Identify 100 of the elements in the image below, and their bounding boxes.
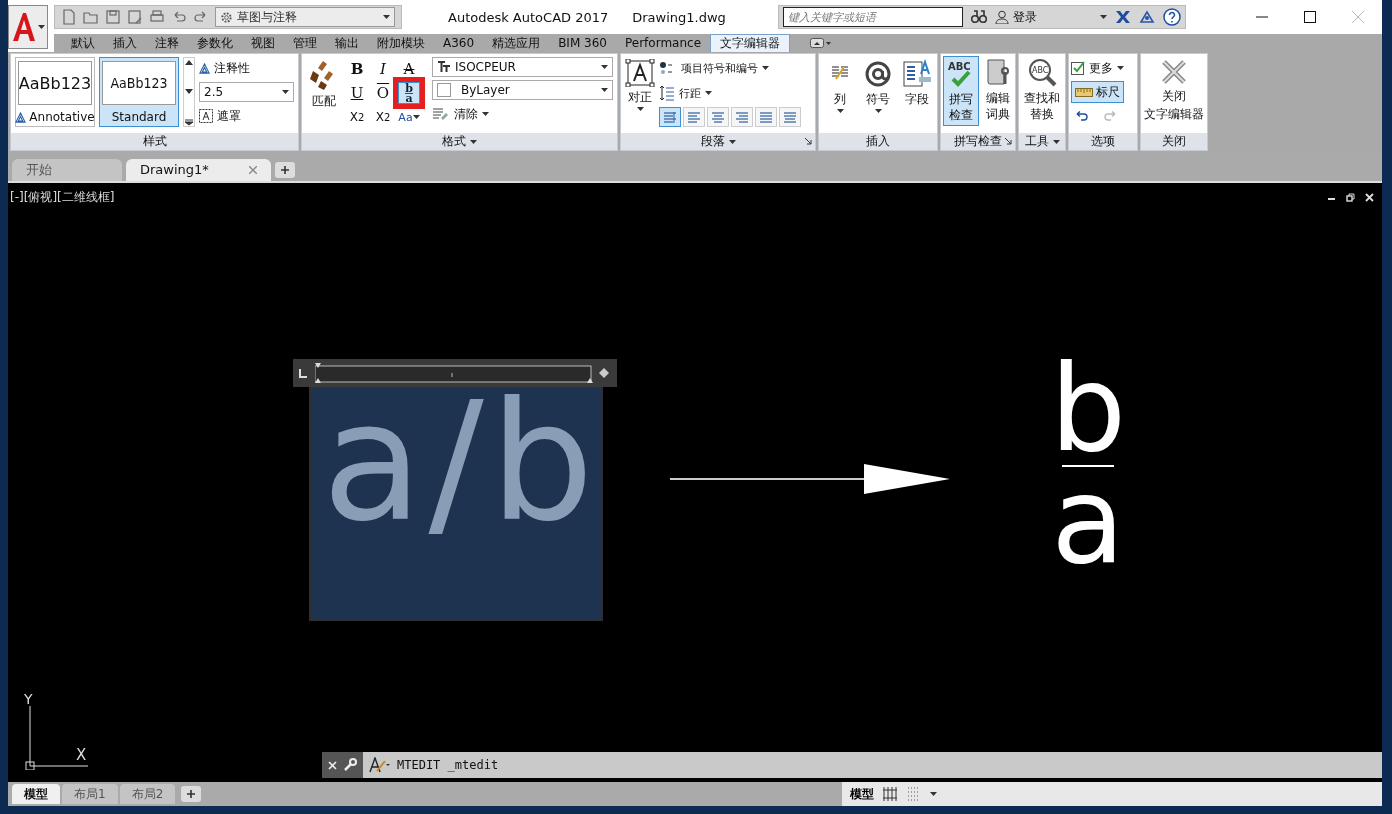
spell-check-button[interactable]: ABC 拼写检查 [943,56,979,126]
insert-columns-button[interactable]: 列 [823,57,857,115]
ribbon-tab[interactable]: A360 [434,35,484,52]
sign-in-button[interactable]: 登录 [994,8,1107,26]
text-case-button[interactable]: Aa [398,106,420,128]
alignment-button[interactable] [683,107,705,127]
overline-button[interactable]: O [372,82,394,104]
width-handle-icon[interactable] [599,368,609,378]
grid-icon[interactable] [882,786,898,802]
book-wrench-icon [984,58,1012,88]
maximize-icon[interactable] [1304,11,1316,23]
ribbon-tab[interactable]: 附加模块 [368,35,434,52]
alignment-button[interactable] [707,107,729,127]
close-editor-button[interactable]: 关闭 文字编辑器 [1143,56,1205,124]
new-file-icon[interactable] [61,9,77,25]
style-scroll-arrows[interactable] [183,57,195,127]
help-icon[interactable] [1162,8,1181,26]
annotative-toggle[interactable]: 注释性 [199,57,294,79]
caret-icon [282,90,289,94]
dialog-launcher-icon[interactable] [805,138,812,145]
more-button[interactable]: 更多 [1071,57,1124,79]
alignment-lines-icon [686,110,702,124]
ruler-toggle[interactable]: 标尺 [1071,81,1124,103]
italic-button[interactable]: I [372,58,394,80]
color-dropdown[interactable]: ByLayer [432,80,613,100]
font-dropdown[interactable]: ISOCPEUR [432,57,613,77]
alignment-button[interactable] [659,107,681,127]
binoculars-icon[interactable] [970,10,987,24]
wrench-icon[interactable] [343,758,357,772]
underline-button[interactable]: U [346,82,368,104]
triangle-nodes-icon[interactable] [1138,10,1155,24]
strikethrough-button[interactable]: A [398,58,420,80]
text-style-swatch[interactable]: AaBb123 Annotative [15,57,95,127]
panel-title: 样式 [142,133,167,150]
selected-text[interactable]: a/b [322,381,600,545]
undo-icon[interactable] [1075,111,1089,121]
panel-title: 选项 [1091,133,1115,150]
panel-title: 格式 [442,133,466,150]
new-tab-icon[interactable] [274,162,295,178]
ribbon-tab[interactable]: 插入 [104,35,146,52]
ribbon-tab[interactable]: 管理 [284,35,326,52]
match-button[interactable]: 匹配 [306,57,342,111]
panel-title: 插入 [866,133,890,150]
ribbon-tab[interactable]: 精选应用 [483,35,550,52]
open-folder-icon[interactable] [83,9,99,25]
ribbon-tab[interactable]: 视图 [242,35,284,52]
file-tab[interactable]: 开始 [12,159,122,181]
panel-expand-caret-icon[interactable] [728,139,736,144]
workspace-dropdown[interactable]: 草图与注释 [215,7,395,27]
justify-button[interactable]: 对正 [623,57,657,113]
ribbon-tab[interactable]: 参数化 [188,35,242,52]
panel-title: 段落 [700,133,725,150]
panel-expand-caret-icon[interactable] [470,139,477,144]
ribbon-tab[interactable]: 输出 [326,35,368,52]
alignment-button[interactable] [755,107,777,127]
ribbon-tab[interactable]: BIM 360 [549,35,616,52]
panel-expand-caret-icon[interactable] [1052,139,1060,144]
layout-tab[interactable]: 布局1 [62,784,118,804]
model-space-button[interactable]: 模型 [850,785,874,803]
panel-toggle-icon[interactable] [810,38,832,49]
clear-button[interactable]: 清除 [432,103,613,125]
ribbon-tab[interactable]: 文字编辑器 [710,34,790,52]
insert-symbol-button[interactable]: 符号 [861,57,895,115]
save-icon[interactable] [105,9,121,25]
save-as-icon[interactable] [127,9,143,25]
new-layout-icon[interactable] [181,786,202,802]
viewport-label[interactable]: [-][俯视][二维线框] [10,189,115,206]
eraser-lines-icon [432,107,450,121]
caret-icon [38,25,45,29]
restore-icon[interactable] [1346,193,1355,202]
caret-icon [482,112,489,116]
text-editor-ruler[interactable] [293,359,617,387]
insert-field-button[interactable]: 字段 [899,57,935,109]
find-replace-button[interactable]: ABC 查找和替换 [1021,56,1063,124]
bullets-numbering-button[interactable]: 项目符号和编号 [659,57,813,79]
search-field[interactable]: 键入关键字或短语 [782,7,963,27]
dialog-launcher-icon[interactable] [1005,138,1012,145]
mask-icon [199,109,213,123]
bold-button[interactable]: B [346,58,368,80]
pen-text-icon[interactable] [369,757,391,773]
print-icon[interactable] [149,9,165,25]
line-spacing-button[interactable]: 行距 [659,82,813,104]
layout-tab[interactable]: 布局2 [119,784,176,804]
y-axis-label: Y [24,691,33,707]
edit-dictionary-button[interactable]: 编辑词典 [981,56,1015,124]
ribbon-tab[interactable]: 默认 [62,35,104,52]
application-menu-button[interactable] [8,5,48,49]
text-style-swatch[interactable]: AaBb123 Standard [99,57,179,127]
x-logo-icon[interactable] [1114,10,1131,24]
tab-stop-icon[interactable] [297,367,309,379]
alignment-lines-icon [734,110,750,124]
caret-icon [874,109,882,113]
ribbon-tab[interactable]: 注释 [146,35,188,52]
text-height-dropdown[interactable]: 2.5 [199,82,294,102]
layout-tab[interactable]: 模型 [12,784,60,804]
alignment-button[interactable] [731,107,753,127]
alignment-button[interactable] [779,107,801,127]
mask-button[interactable]: 遮罩 [199,105,294,127]
file-tab[interactable]: Drawing1* [126,159,271,181]
ribbon-tab[interactable]: Performance [615,35,710,52]
